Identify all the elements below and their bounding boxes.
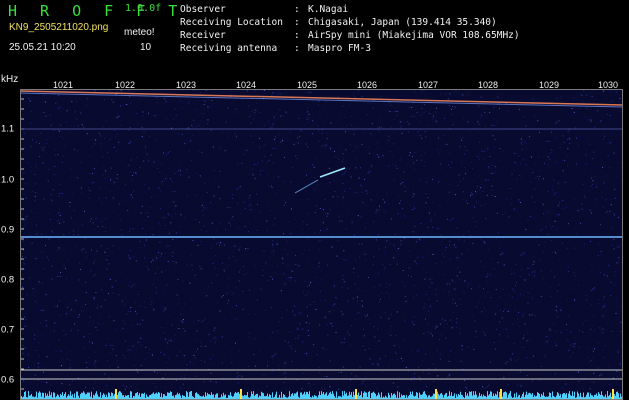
station-info: Observer: K.Nagai Receiving Location: Chig… [180, 3, 520, 55]
info-key: Receiving antenna [180, 43, 278, 54]
meteor-trace-tail [294, 179, 319, 194]
y-tick-label: 0.6 [1, 374, 15, 386]
info-row-observer: Observer: K.Nagai [180, 4, 349, 15]
meteor-trace-head [319, 167, 346, 178]
info-key: Observer [180, 4, 226, 15]
info-row-antenna: Receiving antenna: Maspro FM-3 [180, 43, 371, 54]
spectrogram-canvas [20, 89, 623, 400]
info-key: Receiver [180, 30, 226, 41]
info-key: Receiving Location [180, 17, 283, 28]
y-tick-label: 1.0 [1, 174, 15, 186]
info-value: AirSpy mini (Miakejima VOR 108.65MHz) [308, 30, 520, 41]
drifting-carrier-shadow [20, 92, 623, 108]
info-value: K.Nagai [308, 4, 349, 15]
noise-layer [20, 89, 623, 390]
header-panel: H R O F F T 1.0.0f KN9_2505211020.png 25… [0, 0, 629, 74]
activity-bar [20, 389, 623, 400]
count-value: 10 [140, 42, 152, 53]
count-label: meteo! [124, 27, 155, 38]
info-value: Maspro FM-3 [308, 43, 371, 54]
info-row-location: Receiving Location: Chigasaki, Japan (139… [180, 17, 497, 28]
y-tick-label: 0.9 [1, 224, 15, 236]
datetime: 25.05.21 10:20 [9, 42, 76, 53]
y-tick-label: 1.1 [1, 123, 15, 135]
y-unit-label: kHz [1, 74, 19, 85]
version-label: 1.0.0f [125, 3, 162, 14]
file-name: KN9_2505211020.png [9, 22, 109, 33]
y-tick-label: 0.8 [1, 274, 15, 286]
drifting-carrier-line [20, 90, 623, 106]
y-tick-label: 0.7 [1, 324, 15, 336]
spectrogram [20, 89, 623, 400]
info-value: Chigasaki, Japan (139.414 35.340) [308, 17, 497, 28]
info-row-receiver: Receiver: AirSpy mini (Miakejima VOR 108.… [180, 30, 520, 41]
